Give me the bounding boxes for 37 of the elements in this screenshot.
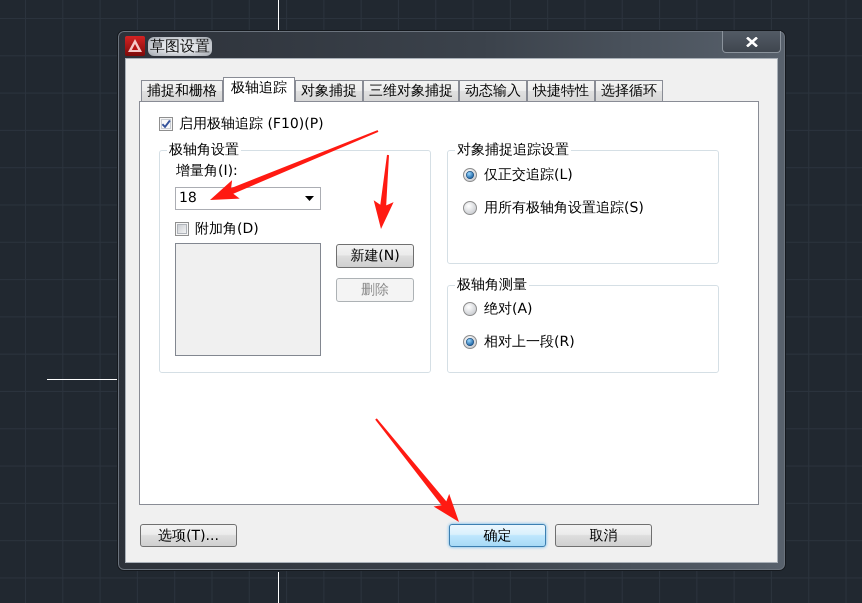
tab[interactable]: 三维对象捕捉 [363, 80, 459, 101]
angle-list[interactable] [175, 243, 321, 356]
radio-label: 仅正交追踪(L) [484, 168, 573, 182]
tab[interactable]: 选择循环 [595, 80, 663, 101]
group-title: 极轴角设置 [168, 142, 240, 158]
radio-button[interactable] [463, 201, 477, 215]
crosshair-line [278, 0, 279, 30]
checkbox[interactable] [159, 117, 173, 131]
tab[interactable]: 对象捕捉 [295, 80, 363, 101]
checkbox[interactable] [175, 222, 189, 236]
radio-button[interactable] [463, 168, 477, 182]
checkbox-label: 启用极轴追踪 (F10)(P) [179, 117, 324, 131]
options-button[interactable]: 选项(T)... [140, 524, 237, 547]
field-label: 增量角(I): [176, 163, 238, 179]
tab[interactable]: 极轴追踪 [223, 77, 295, 102]
checkbox-label: 附加角(D) [195, 222, 259, 236]
tab[interactable]: 捕捉和栅格 [141, 80, 223, 101]
angle-dropdown[interactable]: 18 [175, 187, 321, 210]
radio-label: 相对上一段(R) [484, 335, 575, 349]
cancel-button[interactable]: 取消 [555, 524, 652, 547]
new-button[interactable]: 新建(N) [336, 244, 414, 268]
close-icon [746, 36, 758, 46]
radio-button[interactable] [463, 335, 477, 349]
tab[interactable]: 快捷特性 [527, 80, 595, 101]
radio-label: 用所有极轴角设置追踪(S) [484, 201, 644, 215]
ok-button[interactable]: 确定 [449, 524, 546, 547]
radio-label: 绝对(A) [484, 302, 533, 316]
group-title: 对象捕捉追踪设置 [456, 142, 570, 158]
crosshair-line [278, 572, 279, 603]
tab[interactable]: 动态输入 [459, 80, 527, 101]
close-button[interactable] [722, 31, 781, 53]
crosshair-line [47, 379, 117, 380]
caret-icon [305, 196, 314, 201]
radio-button[interactable] [463, 302, 477, 316]
app-icon [125, 36, 145, 56]
group-title: 极轴角测量 [456, 277, 528, 293]
window-title: 草图设置 [148, 36, 212, 56]
